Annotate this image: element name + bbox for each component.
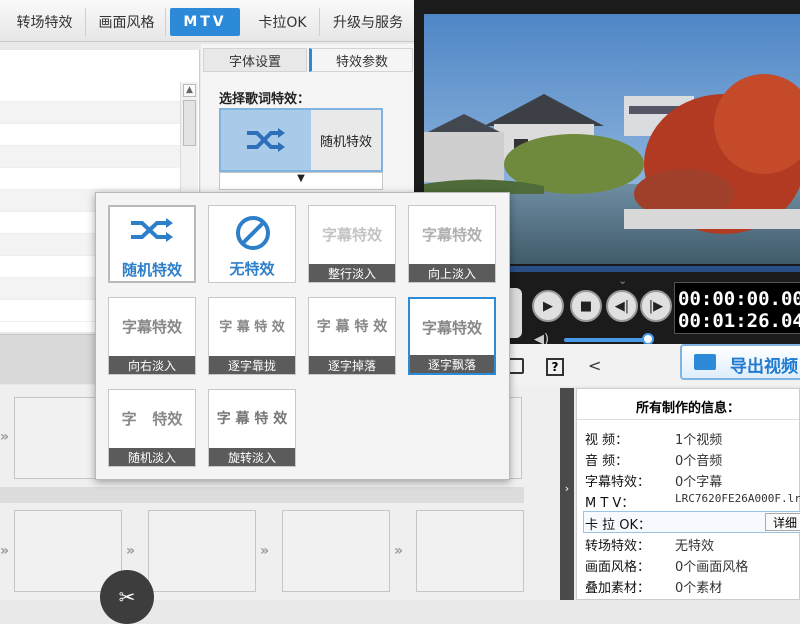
info-label-transition: 转场特效： — [585, 539, 651, 554]
list-item[interactable] — [0, 146, 180, 168]
effect-caption: 随机淡入 — [109, 448, 195, 466]
timeline-slot[interactable] — [148, 510, 256, 592]
effect-preview: 字幕特效 — [421, 226, 482, 244]
no-effect-icon — [234, 214, 272, 256]
tab-transition[interactable]: 转场特效 — [4, 8, 86, 36]
share-icon[interactable]: < — [588, 356, 601, 375]
effect-char-gather[interactable]: 字 幕 特 效 逐字靠拢 — [208, 297, 296, 375]
info-value-subtitle: 0个字幕 — [675, 475, 723, 490]
effect-preview: 字幕特效 — [421, 319, 482, 337]
chevron-right-icon: » — [0, 429, 10, 445]
chevron-right-icon: » — [126, 543, 136, 559]
info-label-subtitle: 字幕特效： — [585, 475, 651, 490]
export-label: 导出视频 — [730, 357, 798, 377]
export-button[interactable]: 导出视频 — [680, 344, 800, 380]
effect-preview: 字幕特效 — [321, 226, 382, 244]
effect-label: 无特效 — [229, 260, 275, 278]
info-label-style: 画面风格： — [585, 560, 651, 575]
effect-line-fade[interactable]: 字幕特效 整行淡入 — [308, 205, 396, 283]
volume-slider[interactable] — [564, 333, 654, 345]
info-panel-toggle[interactable]: › — [560, 388, 574, 600]
info-title: 所有制作的信息： — [635, 401, 740, 416]
next-frame-icon[interactable]: |▶ — [640, 290, 672, 322]
effect-select-box[interactable]: 随机特效 — [219, 108, 383, 172]
panel-handle[interactable] — [508, 288, 522, 338]
effect-char-drop[interactable]: 字 幕 特 效 逐字掉落 — [308, 297, 396, 375]
effect-caption: 向右淡入 — [109, 356, 195, 374]
tab-karaoke[interactable]: 卡拉OK — [246, 8, 320, 36]
info-label-karaoke: 卡 拉 OK： — [585, 518, 652, 533]
timeline-slot[interactable] — [282, 510, 390, 592]
effect-caption: 逐字靠拢 — [209, 356, 295, 374]
effect-random-fade[interactable]: 字 特效 随机淡入 — [108, 389, 196, 467]
effect-preview: 字幕特效 — [121, 318, 182, 336]
tab-effect-params[interactable]: 特效参数 — [309, 48, 413, 72]
info-value-audio: 0个音频 — [675, 454, 723, 469]
tab-font-settings[interactable]: 字体设置 — [203, 48, 307, 72]
current-time: 00:00:00.00 — [678, 288, 800, 310]
effect-caption: 逐字飘落 — [410, 355, 494, 373]
effect-caption: 向上淡入 — [409, 264, 495, 282]
scroll-thumb[interactable] — [183, 100, 196, 146]
tab-style[interactable]: 画面风格 — [88, 8, 166, 36]
effect-char-float[interactable]: 字幕特效 逐字飘落 — [408, 297, 496, 375]
scissors-icon[interactable]: ✂ — [100, 570, 154, 624]
timeline-divider — [0, 487, 524, 503]
list-item[interactable] — [0, 168, 180, 190]
info-divider — [577, 419, 799, 420]
info-value-style: 0个画面风格 — [675, 560, 749, 575]
info-label-overlay: 叠加素材： — [585, 581, 651, 596]
chevron-right-icon: » — [394, 543, 404, 559]
info-label-mtv: M T V： — [585, 496, 635, 511]
effect-none[interactable]: 无特效 — [208, 205, 296, 283]
shuffle-icon — [221, 110, 311, 170]
tab-upgrade[interactable]: 升级与服务 — [322, 8, 414, 36]
chevron-right-icon: » — [260, 543, 270, 559]
effect-select-label: 选择歌词特效： — [219, 92, 311, 107]
effect-random[interactable]: 随机特效 — [108, 205, 196, 283]
list-item[interactable] — [0, 124, 180, 146]
effect-caption: 逐字掉落 — [309, 356, 395, 374]
scroll-up-icon[interactable]: ▲ — [183, 84, 196, 97]
effect-rotate-fade[interactable]: 字 幕 特 效 旋转淡入 — [208, 389, 296, 467]
total-time: 00:01:26.04 — [678, 310, 800, 332]
timeline-slot[interactable] — [416, 510, 524, 592]
help-icon[interactable]: ? — [546, 358, 564, 376]
info-value-video: 1个视频 — [675, 433, 723, 448]
effect-caption: 旋转淡入 — [209, 448, 295, 466]
list-item[interactable] — [0, 102, 180, 124]
top-tab-bar: 转场特效 画面风格 MTV 卡拉OK 升级与服务 — [0, 0, 415, 42]
effect-preview: 字 幕 特 效 — [316, 319, 388, 335]
effect-up-fade[interactable]: 字幕特效 向上淡入 — [408, 205, 496, 283]
effect-caption: 整行淡入 — [309, 264, 395, 282]
save-icon[interactable] — [508, 358, 524, 374]
effect-preview: 字 幕 特 效 — [219, 320, 285, 335]
shuffle-icon — [110, 215, 194, 249]
info-label-video: 视 频： — [585, 433, 629, 448]
prev-frame-icon[interactable]: ◀| — [606, 290, 638, 322]
effect-preview: 字 幕 特 效 — [216, 411, 288, 427]
info-label-audio: 音 频： — [585, 454, 629, 469]
info-value-mtv: LRC7620FE26A000F.lr — [675, 492, 800, 505]
effect-select-current: 随机特效 — [311, 110, 381, 170]
collapse-icon[interactable]: ⌄ — [618, 274, 627, 287]
effect-label: 随机特效 — [121, 261, 182, 279]
stop-icon[interactable]: ■ — [570, 290, 602, 322]
play-icon[interactable]: ▶ — [532, 290, 564, 322]
dropdown-arrow-icon[interactable]: ▼ — [219, 172, 383, 190]
info-value-overlay: 0个素材 — [675, 581, 723, 596]
chevron-right-icon: » — [0, 543, 10, 559]
tab-mtv[interactable]: MTV — [170, 8, 240, 36]
effect-right-fade[interactable]: 字幕特效 向右淡入 — [108, 297, 196, 375]
effect-preview: 字 特效 — [121, 410, 183, 428]
info-value-transition: 无特效 — [675, 539, 715, 554]
list-item[interactable] — [0, 80, 180, 102]
detail-button[interactable]: 详细 — [765, 513, 800, 531]
effect-picker-popup: 随机特效 无特效 字幕特效 整行淡入 字幕特效 向上淡入 字幕特效 向右淡入 字… — [95, 192, 510, 480]
export-icon — [694, 354, 716, 370]
info-panel: 所有制作的信息： 视 频： 1个视频 音 频： 0个音频 字幕特效： 0个字幕 … — [576, 388, 800, 600]
